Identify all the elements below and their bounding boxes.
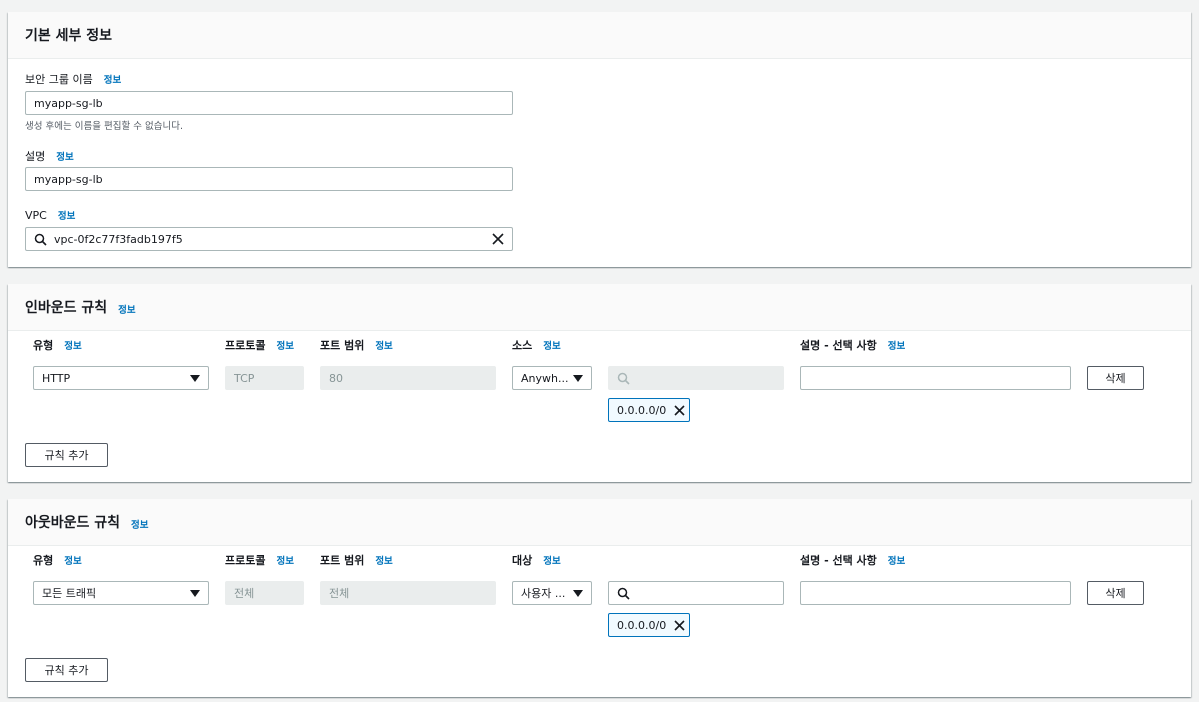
clear-icon[interactable]	[492, 233, 504, 245]
inbound-col-protocol-label: 프로토콜	[225, 339, 266, 352]
caret-down-icon	[573, 589, 583, 597]
inbound-description-input[interactable]	[800, 366, 1071, 390]
outbound-protocol-field: 전체	[225, 581, 304, 605]
outbound-col-dest-label: 대상	[512, 554, 533, 567]
outbound-col-dest: 대상 정보	[512, 552, 561, 568]
inbound-col-desc: 설명 - 선택 사항 정보	[800, 337, 905, 353]
search-icon	[617, 587, 630, 600]
vpc-input-content: vpc-0f2c77f3fadb197f5	[34, 233, 183, 246]
sg-name-label: 보안 그룹 이름	[25, 73, 93, 86]
inbound-col-protocol: 프로토콜 정보	[225, 337, 294, 353]
caret-down-icon	[190, 589, 200, 597]
inbound-col-source: 소스 정보	[512, 337, 561, 353]
remove-token-icon[interactable]	[674, 619, 685, 631]
inbound-col-type-info[interactable]: 정보	[64, 338, 81, 352]
inbound-col-type-label: 유형	[33, 339, 54, 352]
inbound-col-source-info[interactable]: 정보	[543, 338, 560, 352]
inbound-title: 인바운드 규칙	[25, 300, 108, 316]
outbound-add-rule-button[interactable]: 규칙 추가	[25, 658, 108, 682]
inbound-col-port-label: 포트 범위	[320, 339, 365, 352]
inbound-type-select[interactable]: HTTP	[33, 366, 209, 390]
inbound-col-protocol-info[interactable]: 정보	[276, 338, 293, 352]
outbound-port-value: 전체	[329, 587, 350, 600]
description-info-link[interactable]: 정보	[56, 149, 73, 163]
inbound-col-port-info[interactable]: 정보	[375, 338, 392, 352]
description-label: 설명	[25, 150, 46, 163]
vpc-label: VPC	[25, 208, 47, 222]
inbound-source-value: Anywh...	[521, 371, 569, 385]
basic-details-panel: 기본 세부 정보 보안 그룹 이름 정보 myapp-sg-lb 생성 후에는 …	[8, 12, 1191, 267]
inbound-cidr-token: 0.0.0.0/0	[608, 398, 690, 422]
vpc-search-input[interactable]: vpc-0f2c77f3fadb197f5	[25, 227, 513, 251]
outbound-col-desc-label: 설명 - 선택 사항	[800, 554, 877, 567]
inbound-add-rule-button[interactable]: 규칙 추가	[25, 443, 108, 467]
outbound-col-port-info[interactable]: 정보	[375, 553, 392, 567]
outbound-title: 아웃바운드 규칙	[25, 515, 121, 531]
description-label-row: 설명 정보	[25, 148, 74, 164]
outbound-cidr-token: 0.0.0.0/0	[608, 613, 690, 637]
inbound-port-value: 80	[329, 371, 343, 385]
outbound-rules-panel: 아웃바운드 규칙 정보 유형 정보 프로토콜 정보 포트 범위 정보 대상 정보…	[8, 499, 1191, 697]
outbound-protocol-value: 전체	[234, 587, 255, 600]
caret-down-icon	[573, 374, 583, 382]
inbound-col-desc-label: 설명 - 선택 사항	[800, 339, 877, 352]
inbound-port-field: 80	[320, 366, 496, 390]
outbound-col-port-label: 포트 범위	[320, 554, 365, 567]
outbound-header: 아웃바운드 규칙 정보	[8, 499, 1191, 546]
basic-details-header: 기본 세부 정보	[8, 12, 1191, 59]
inbound-source-select[interactable]: Anywh...	[512, 366, 592, 390]
outbound-dest-value: 사용자 ...	[521, 587, 566, 600]
vpc-value: vpc-0f2c77f3fadb197f5	[54, 232, 183, 246]
inbound-header: 인바운드 규칙 정보	[8, 284, 1191, 331]
outbound-col-protocol-label: 프로토콜	[225, 554, 266, 567]
search-icon	[34, 233, 47, 246]
outbound-col-protocol-info[interactable]: 정보	[276, 553, 293, 567]
outbound-info-link[interactable]: 정보	[131, 517, 148, 531]
sg-name-info-link[interactable]: 정보	[104, 72, 121, 86]
inbound-col-source-label: 소스	[512, 339, 533, 352]
vpc-info-link[interactable]: 정보	[58, 208, 75, 222]
inbound-col-desc-info[interactable]: 정보	[888, 338, 905, 352]
inbound-delete-button[interactable]: 삭제	[1087, 366, 1144, 390]
remove-token-icon[interactable]	[674, 404, 685, 416]
outbound-col-desc-info[interactable]: 정보	[888, 553, 905, 567]
outbound-type-value: 모든 트래픽	[42, 587, 97, 600]
description-input[interactable]: myapp-sg-lb	[25, 167, 513, 191]
basic-details-title: 기본 세부 정보	[25, 28, 113, 44]
outbound-col-type: 유형 정보	[33, 552, 82, 568]
vpc-label-row: VPC 정보	[25, 208, 75, 223]
outbound-delete-button[interactable]: 삭제	[1087, 581, 1144, 605]
outbound-cidr-search[interactable]	[608, 581, 784, 605]
outbound-col-port: 포트 범위 정보	[320, 552, 393, 568]
inbound-type-value: HTTP	[42, 371, 71, 385]
sg-name-label-row: 보안 그룹 이름 정보	[25, 71, 121, 87]
inbound-rules-panel: 인바운드 규칙 정보 유형 정보 프로토콜 정보 포트 범위 정보 소스 정보 …	[8, 284, 1191, 482]
outbound-dest-select[interactable]: 사용자 ...	[512, 581, 592, 605]
caret-down-icon	[190, 374, 200, 382]
inbound-cidr-token-label: 0.0.0.0/0	[617, 403, 667, 417]
outbound-col-type-info[interactable]: 정보	[64, 553, 81, 567]
sg-name-value: myapp-sg-lb	[34, 96, 103, 110]
sg-name-hint: 생성 후에는 이름을 편집할 수 없습니다.	[25, 121, 183, 132]
inbound-col-port: 포트 범위 정보	[320, 337, 393, 353]
description-value: myapp-sg-lb	[34, 172, 103, 186]
inbound-cidr-search	[608, 366, 784, 390]
sg-name-input[interactable]: myapp-sg-lb	[25, 91, 513, 115]
outbound-type-select[interactable]: 모든 트래픽	[33, 581, 209, 605]
search-icon	[617, 372, 630, 385]
outbound-col-desc: 설명 - 선택 사항 정보	[800, 552, 905, 568]
outbound-cidr-token-label: 0.0.0.0/0	[617, 618, 667, 632]
outbound-col-dest-info[interactable]: 정보	[543, 553, 560, 567]
inbound-protocol-value: TCP	[234, 371, 255, 385]
outbound-port-field: 전체	[320, 581, 496, 605]
inbound-col-type: 유형 정보	[33, 337, 82, 353]
outbound-description-input[interactable]	[800, 581, 1071, 605]
outbound-col-type-label: 유형	[33, 554, 54, 567]
inbound-protocol-field: TCP	[225, 366, 304, 390]
inbound-info-link[interactable]: 정보	[118, 302, 135, 316]
outbound-col-protocol: 프로토콜 정보	[225, 552, 294, 568]
